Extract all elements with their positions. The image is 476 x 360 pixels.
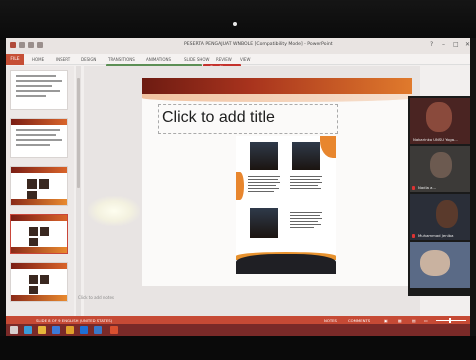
participant-name: Nakarinko UNSU Yoga... — [413, 137, 458, 142]
laptop-bezel-bottom — [0, 336, 476, 360]
slide-thumbnail-pane — [6, 66, 74, 326]
photo-frame: PESERTA PENGAJUAT WNBOLE [Compatibility … — [0, 0, 476, 360]
thumbnail-scrollbar-thumb[interactable] — [77, 78, 80, 188]
slide-thumbnail-selected[interactable] — [10, 214, 68, 254]
save-icon[interactable] — [10, 42, 16, 48]
screen-glare — [88, 196, 140, 226]
tab-view[interactable]: VIEW — [240, 57, 250, 62]
mic-muted-icon — [412, 186, 415, 190]
participant-tile[interactable]: Muhammad Jeniba — [410, 194, 470, 240]
webcam-light — [233, 22, 237, 26]
tab-design[interactable]: DESIGN — [81, 57, 96, 62]
laptop-bezel-top — [0, 0, 476, 40]
participant-video-panel: Nakarinko UNSU Yoga... Nadia a... Muhamm… — [408, 96, 472, 296]
participant-name: Nadia a... — [418, 185, 437, 190]
redo-icon[interactable] — [28, 42, 34, 48]
notes-placeholder[interactable]: Click to add notes — [78, 295, 114, 300]
slide-thumbnail[interactable] — [10, 166, 68, 206]
tab-slide-show[interactable]: SLIDE SHOW — [184, 57, 209, 62]
title-placeholder[interactable]: Click to add title — [162, 109, 275, 127]
tab-home[interactable]: HOME — [32, 57, 44, 62]
tab-transitions[interactable]: TRANSITIONS — [108, 57, 135, 62]
participant-tile[interactable]: Nakarinko UNSU Yoga... — [410, 98, 470, 144]
tab-file[interactable]: FILE — [6, 54, 24, 65]
slide-thumbnail[interactable] — [10, 262, 68, 302]
slide-thumbnail[interactable] — [10, 118, 68, 158]
poster-dark-wave — [236, 254, 336, 274]
help-button[interactable]: ? — [430, 41, 433, 48]
customize-qat-icon[interactable] — [37, 42, 43, 48]
poster-image[interactable] — [236, 136, 336, 274]
minimize-button[interactable]: – — [442, 41, 445, 48]
participant-tile[interactable] — [410, 242, 470, 288]
participant-tile[interactable]: Nadia a... — [410, 146, 470, 192]
tab-review[interactable]: REVIEW — [216, 57, 232, 62]
slide-thumbnail[interactable] — [10, 70, 68, 110]
tab-insert[interactable]: INSERT — [56, 57, 70, 62]
maximize-button[interactable]: □ — [453, 41, 459, 48]
participant-name: Muhammad Jeniba — [418, 233, 454, 238]
undo-icon[interactable] — [19, 42, 25, 48]
tab-animations[interactable]: ANIMATIONS — [146, 57, 171, 62]
window-title: PESERTA PENGAJUAT WNBOLE [Compatibility … — [184, 42, 333, 47]
ribbon-tabs: FILE HOME INSERT DESIGN TRANSITIONS ANIM… — [6, 54, 476, 65]
laptop-bezel-right — [470, 38, 476, 336]
title-bar: PESERTA PENGAJUAT WNBOLE [Compatibility … — [6, 38, 476, 54]
mic-muted-icon — [412, 234, 415, 238]
slide-header-curve — [142, 94, 412, 102]
